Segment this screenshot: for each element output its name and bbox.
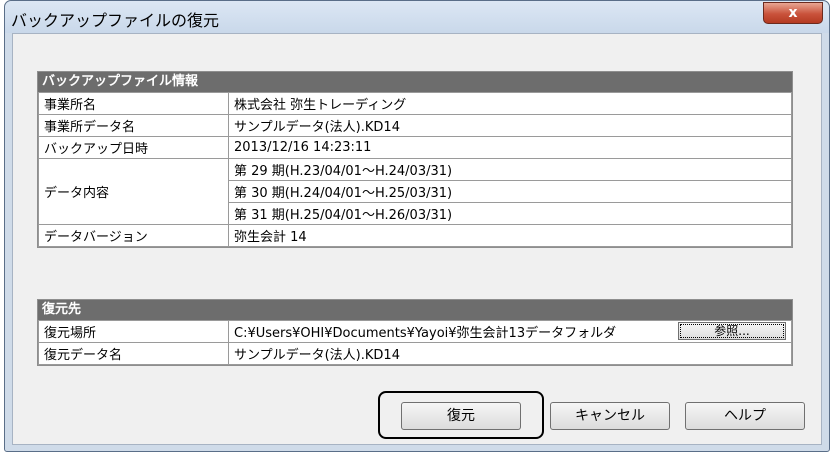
restore-location-value: C:¥Users¥OHI¥Documents¥Yayoi¥弥生会計13データフォ… xyxy=(234,326,617,341)
close-icon: x xyxy=(788,5,798,21)
backup-info-header: バックアップファイル情報 xyxy=(38,72,792,92)
dialog-body: バックアップファイル情報 事業所名 株式会社 弥生トレーディング 事業所データ名… xyxy=(12,33,822,445)
table-row: 復元データ名 サンプルデータ(法人).KD14 xyxy=(38,342,792,365)
cancel-button[interactable]: キャンセル xyxy=(550,402,670,430)
restore-data-name-label: 復元データ名 xyxy=(38,342,229,365)
data-content-label: データ内容 xyxy=(38,158,229,225)
title-bar[interactable]: バックアップファイルの復元 x xyxy=(5,1,829,33)
table-row: データバージョン 弥生会計 14 xyxy=(38,224,792,247)
company-data-name-value: サンプルデータ(法人).KD14 xyxy=(228,114,792,137)
restore-destination-table: 復元場所 C:¥Users¥OHI¥Documents¥Yayoi¥弥生会計13… xyxy=(38,320,792,365)
restore-button-highlight xyxy=(378,391,544,439)
restore-destination-panel: 復元先 復元場所 C:¥Users¥OHI¥Documents¥Yayoi¥弥生… xyxy=(37,299,793,366)
table-row: 復元場所 C:¥Users¥OHI¥Documents¥Yayoi¥弥生会計13… xyxy=(38,320,792,343)
restore-data-name-value: サンプルデータ(法人).KD14 xyxy=(228,342,792,365)
browse-button[interactable]: 参照... xyxy=(678,322,786,340)
restore-dialog: バックアップファイルの復元 x バックアップファイル情報 事業所名 株式会社 弥… xyxy=(4,0,830,452)
table-row: 事業所データ名 サンプルデータ(法人).KD14 xyxy=(38,114,792,137)
restore-location-cell: C:¥Users¥OHI¥Documents¥Yayoi¥弥生会計13データフォ… xyxy=(228,320,792,343)
restore-location-label: 復元場所 xyxy=(38,320,229,343)
backup-datetime-value: 2013/12/16 14:23:11 xyxy=(228,136,792,159)
backup-datetime-label: バックアップ日時 xyxy=(38,136,229,159)
data-version-value: 弥生会計 14 xyxy=(228,224,792,247)
period-value: 第 30 期(H.24/04/01～H.25/03/31) xyxy=(228,180,792,203)
backup-info-table: 事業所名 株式会社 弥生トレーディング 事業所データ名 サンプルデータ(法人).… xyxy=(38,92,792,247)
close-button[interactable]: x xyxy=(763,2,823,24)
window-title: バックアップファイルの復元 xyxy=(11,11,220,30)
help-button[interactable]: ヘルプ xyxy=(685,402,805,430)
table-row: バックアップ日時 2013/12/16 14:23:11 xyxy=(38,136,792,159)
period-value: 第 31 期(H.25/04/01～H.26/03/31) xyxy=(228,202,792,225)
company-name-value: 株式会社 弥生トレーディング xyxy=(228,92,792,115)
table-row: データ内容 第 29 期(H.23/04/01～H.24/03/31) xyxy=(38,158,792,225)
company-name-label: 事業所名 xyxy=(38,92,229,115)
backup-info-panel: バックアップファイル情報 事業所名 株式会社 弥生トレーディング 事業所データ名… xyxy=(37,71,793,248)
restore-destination-header: 復元先 xyxy=(38,300,792,320)
period-value: 第 29 期(H.23/04/01～H.24/03/31) xyxy=(228,158,792,181)
company-data-name-label: 事業所データ名 xyxy=(38,114,229,137)
data-version-label: データバージョン xyxy=(38,224,229,247)
table-row: 事業所名 株式会社 弥生トレーディング xyxy=(38,92,792,115)
